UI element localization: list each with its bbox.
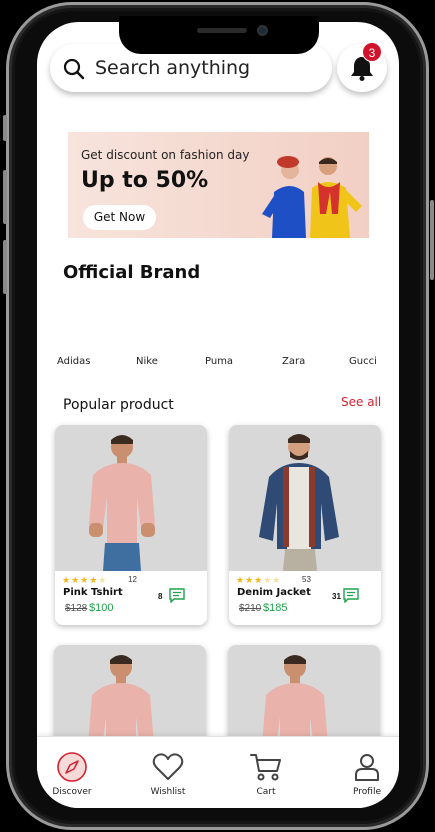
rating-stars: ★★★★★ <box>236 575 282 585</box>
volume-up-button <box>3 170 7 224</box>
nav-label: Profile <box>353 787 381 797</box>
cart-icon <box>250 754 281 781</box>
nav-discover[interactable]: Discover <box>37 751 107 797</box>
app-screen: 3 Get discount on fashion day Up to 50% … <box>37 22 399 808</box>
nav-label: Wishlist <box>150 787 186 797</box>
nav-label: Cart <box>256 787 276 797</box>
power-button <box>430 200 434 280</box>
get-now-button[interactable]: Get Now <box>83 205 156 230</box>
compass-icon <box>57 752 87 782</box>
heart-icon <box>152 753 184 780</box>
product-image <box>229 425 381 571</box>
promo-banner[interactable]: Get discount on fashion day Up to 50% Ge… <box>68 132 369 238</box>
banner-subtitle: Get discount on fashion day <box>81 148 250 162</box>
rating-stars: ★★★★★ <box>62 575 108 585</box>
model-pink-tshirt-image <box>89 435 155 571</box>
product-card-denim-jacket[interactable]: ★★★★★ 53 Denim Jacket $210 $185 31 <box>229 425 381 625</box>
nav-profile[interactable]: Profile <box>332 751 399 797</box>
old-price: $210 <box>239 603 262 614</box>
nav-cart[interactable]: Cart <box>231 751 301 797</box>
official-brand-title: Official Brand <box>63 262 201 283</box>
notch <box>119 16 319 54</box>
brand-zara[interactable]: Zara <box>282 356 305 367</box>
brand-nike[interactable]: Nike <box>136 356 158 367</box>
nav-wishlist[interactable]: Wishlist <box>133 751 203 797</box>
notifications-button[interactable]: 3 <box>337 42 387 92</box>
banner-models-image <box>262 156 362 238</box>
comment-count: 8 <box>158 592 163 601</box>
review-count: 53 <box>302 575 311 584</box>
comment-count: 31 <box>332 592 341 601</box>
mute-switch <box>3 115 7 141</box>
brand-puma[interactable]: Puma <box>205 356 233 367</box>
notification-badge: 3 <box>362 42 382 62</box>
current-price: $100 <box>89 602 114 614</box>
speaker <box>197 28 247 33</box>
brand-gucci[interactable]: Gucci <box>349 356 377 367</box>
model-denim-jacket-image <box>259 434 339 571</box>
front-camera <box>257 25 268 36</box>
search-input[interactable] <box>95 56 315 80</box>
product-image <box>55 425 207 571</box>
see-all-link[interactable]: See all <box>341 395 381 409</box>
comment-icon[interactable] <box>343 588 359 603</box>
product-name: Denim Jacket <box>237 587 311 598</box>
nav-label: Discover <box>52 787 92 797</box>
comment-icon[interactable] <box>169 588 185 603</box>
brand-adidas[interactable]: Adidas <box>57 356 90 367</box>
old-price: $128 <box>65 603 88 614</box>
brand-list: Adidas Nike Puma Zara Gucci <box>37 356 399 372</box>
popular-product-title: Popular product <box>63 397 174 413</box>
search-icon <box>63 58 85 80</box>
bottom-navigation: Discover Wishlist Cart Profile <box>37 736 399 808</box>
product-card-pink-tshirt[interactable]: ★★★★★ 12 Pink Tshirt $128 $100 8 <box>55 425 207 625</box>
volume-down-button <box>3 240 7 294</box>
current-price: $185 <box>263 602 288 614</box>
review-count: 12 <box>128 575 137 584</box>
product-name: Pink Tshirt <box>63 587 123 598</box>
user-icon <box>355 754 379 781</box>
banner-headline: Up to 50% <box>81 168 209 193</box>
